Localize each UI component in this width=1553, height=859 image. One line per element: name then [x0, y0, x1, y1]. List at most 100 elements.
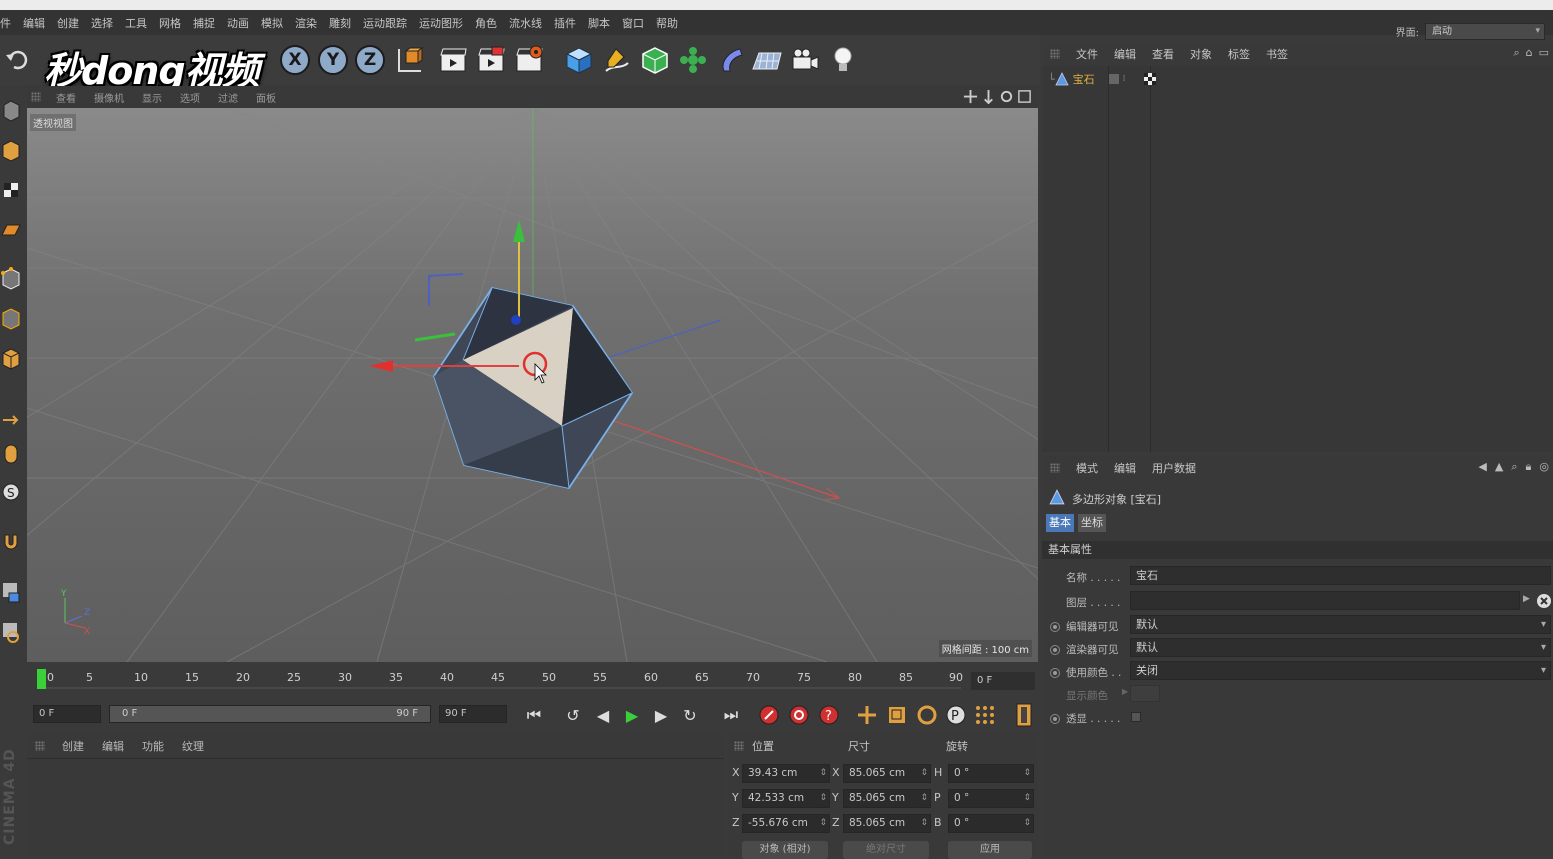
visibility-dots-icon[interactable]: ⁞ — [1123, 74, 1126, 84]
menu-mograph[interactable]: 运动图形 — [413, 15, 469, 31]
deformer-button[interactable] — [714, 43, 748, 77]
use-color-animate-radio[interactable] — [1050, 668, 1060, 678]
tab-coordinates[interactable]: 坐标 — [1078, 514, 1106, 532]
menu-mesh[interactable]: 网格 — [153, 15, 187, 31]
preview-range-slider[interactable]: 0 F 90 F — [109, 705, 431, 723]
axis-x-button[interactable]: X — [278, 43, 312, 77]
menu-window[interactable]: 窗口 — [616, 15, 650, 31]
axis-z-button[interactable]: Z — [353, 43, 387, 77]
viewport-menu-cameras[interactable]: 摄像机 — [85, 90, 133, 105]
object-menu-bookmarks[interactable]: 书签 — [1258, 46, 1296, 62]
position-x-field[interactable]: 39.43 cm — [742, 764, 830, 783]
position-key-button[interactable] — [855, 703, 879, 727]
light-button[interactable] — [826, 43, 860, 77]
render-visible-dropdown[interactable]: 默认 — [1130, 638, 1551, 657]
zoom-view-icon[interactable] — [981, 89, 996, 104]
rotate-view-icon[interactable] — [999, 89, 1014, 104]
subdivision-surface-button[interactable] — [638, 43, 672, 77]
rotation-key-button[interactable] — [915, 703, 939, 727]
coordinate-mode-dropdown[interactable]: 对象 (相对) — [742, 841, 828, 859]
record-keys-button[interactable] — [757, 703, 781, 727]
target-icon[interactable]: ◎ — [1539, 460, 1549, 474]
axis-mode-button[interactable] — [1, 407, 21, 433]
coordinate-system-button[interactable] — [392, 43, 426, 77]
menu-render[interactable]: 渲染 — [289, 15, 323, 31]
clear-layer-icon[interactable] — [1536, 593, 1552, 609]
mode-polygons-button[interactable] — [1, 345, 21, 371]
rotation-b-field[interactable]: 0 ° — [948, 814, 1034, 833]
viewport-menu-filter[interactable]: 过滤 — [209, 90, 247, 105]
position-y-field[interactable]: 42.533 cm — [742, 789, 830, 808]
parameter-key-button[interactable]: P — [944, 703, 968, 727]
tab-basic[interactable]: 基本 — [1046, 514, 1074, 532]
timeline-layout-button[interactable] — [1012, 703, 1036, 727]
render-view-button[interactable] — [436, 43, 470, 77]
lock-icon[interactable]: 🔒︎ — [1526, 460, 1532, 474]
magnet-button[interactable] — [1, 529, 21, 555]
size-y-field[interactable]: 85.065 cm — [843, 789, 931, 808]
move-view-icon[interactable] — [963, 89, 978, 104]
material-menu-create[interactable]: 创建 — [53, 738, 93, 754]
play-button[interactable]: ▶ — [620, 703, 644, 727]
apply-button[interactable]: 应用 — [948, 841, 1032, 859]
autokey-button[interactable] — [787, 703, 811, 727]
object-menu-view[interactable]: 查看 — [1144, 46, 1182, 62]
attr-menu-mode[interactable]: 模式 — [1068, 460, 1106, 476]
mode-model-button[interactable] — [1, 97, 21, 123]
render-visibility-animate-radio[interactable] — [1050, 645, 1060, 655]
search-icon[interactable]: ⌕ — [1511, 460, 1517, 474]
layer-field[interactable] — [1130, 591, 1520, 610]
current-frame-field[interactable]: 0 F — [971, 672, 1035, 690]
object-menu-file[interactable]: 文件 — [1068, 46, 1106, 62]
cloner-button[interactable] — [676, 43, 710, 77]
new-window-icon[interactable]: ▭ — [1539, 46, 1549, 60]
back-arrow-icon[interactable]: ◀ — [1478, 460, 1486, 474]
scale-key-button[interactable] — [885, 703, 909, 727]
rotation-p-field[interactable]: 0 ° — [948, 789, 1034, 808]
material-menu-texture[interactable]: 纹理 — [173, 738, 213, 754]
object-menu-objects[interactable]: 对象 — [1182, 46, 1220, 62]
menu-motion-tracking[interactable]: 运动跟踪 — [357, 15, 413, 31]
camera-button[interactable] — [788, 43, 822, 77]
planar-workplane-button[interactable] — [1, 619, 21, 645]
add-spline-button[interactable] — [600, 43, 634, 77]
material-menu-edit[interactable]: 编辑 — [93, 738, 133, 754]
rotation-h-field[interactable]: 0 ° — [948, 764, 1034, 783]
attr-menu-edit[interactable]: 编辑 — [1106, 460, 1144, 476]
snap-toggle-button[interactable]: S — [1, 479, 21, 505]
xray-animate-radio[interactable] — [1050, 714, 1060, 724]
menu-tools[interactable]: 工具 — [119, 15, 153, 31]
search-icon[interactable]: ⌕ — [1513, 46, 1519, 60]
maximize-view-icon[interactable] — [1017, 89, 1032, 104]
render-to-picture-viewer-button[interactable] — [474, 43, 508, 77]
position-z-field[interactable]: -55.676 cm — [742, 814, 830, 833]
editor-visibility-animate-radio[interactable] — [1050, 622, 1060, 632]
up-arrow-icon[interactable]: ▲ — [1495, 460, 1503, 474]
use-color-dropdown[interactable]: 关闭 — [1130, 661, 1551, 680]
menu-file[interactable]: 件 — [0, 15, 17, 31]
start-frame-field[interactable]: 0 F — [33, 705, 101, 723]
size-z-field[interactable]: 85.065 cm — [843, 814, 931, 833]
perspective-viewport[interactable]: Y Z X 透视视图 网格间距 : 100 cm — [27, 108, 1038, 662]
menu-animate[interactable]: 动画 — [221, 15, 255, 31]
object-name[interactable]: 宝石 — [1073, 71, 1095, 87]
menu-script[interactable]: 脚本 — [582, 15, 616, 31]
menu-help[interactable]: 帮助 — [650, 15, 684, 31]
next-key-button[interactable]: ↻ — [678, 703, 702, 727]
checker-tag-icon[interactable] — [1143, 73, 1156, 85]
previous-frame-button[interactable]: ◀ — [591, 703, 615, 727]
next-frame-button[interactable]: ▶ — [649, 703, 673, 727]
menu-character[interactable]: 角色 — [469, 15, 503, 31]
size-mode-dropdown[interactable]: 绝对尺寸 — [843, 841, 929, 859]
mode-texture-button[interactable] — [1, 177, 21, 203]
previous-key-button[interactable]: ↺ — [561, 703, 585, 727]
attr-menu-user-data[interactable]: 用户数据 — [1144, 460, 1204, 476]
menu-plugins[interactable]: 插件 — [548, 15, 582, 31]
xray-checkbox[interactable] — [1131, 712, 1141, 722]
material-menu-function[interactable]: 功能 — [133, 738, 173, 754]
editor-visible-dropdown[interactable]: 默认 — [1130, 615, 1551, 634]
name-field[interactable]: 宝石 — [1130, 566, 1551, 585]
display-color-swatch[interactable] — [1130, 685, 1160, 702]
render-settings-button[interactable] — [512, 43, 546, 77]
mode-edges-button[interactable] — [1, 305, 21, 331]
